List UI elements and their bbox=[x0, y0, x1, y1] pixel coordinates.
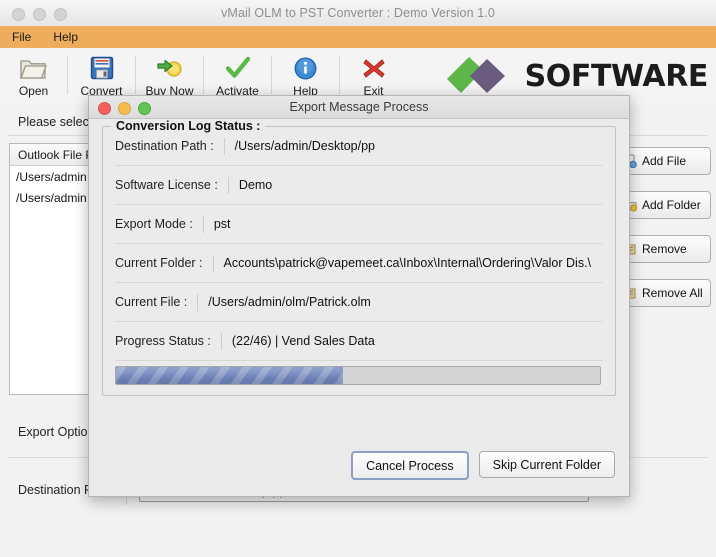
green-check-icon bbox=[225, 54, 251, 82]
log-divider bbox=[197, 294, 198, 311]
remove-all-label: Remove All bbox=[642, 286, 703, 300]
dialog-maximize-button[interactable] bbox=[138, 102, 151, 115]
menu-item-help[interactable]: Help bbox=[41, 30, 88, 44]
log-row-export-mode: Export Mode : pst bbox=[115, 205, 603, 244]
log-value: /Users/admin/Desktop/pp bbox=[235, 139, 375, 153]
export-option-label: Export Option bbox=[18, 425, 94, 439]
folder-open-icon bbox=[20, 54, 47, 82]
logo-text: SOFTWARE bbox=[525, 59, 708, 94]
window-title: vMail OLM to PST Converter : Demo Versio… bbox=[0, 6, 716, 20]
log-value: pst bbox=[214, 217, 231, 231]
log-row-destination-path: Destination Path : /Users/admin/Desktop/… bbox=[115, 127, 603, 166]
window-minimize-button[interactable] bbox=[33, 8, 46, 21]
cart-coin-icon bbox=[156, 54, 183, 82]
log-value: Demo bbox=[239, 178, 272, 192]
company-logo: SOFTWARE bbox=[443, 53, 708, 99]
dialog-traffic-lights[interactable] bbox=[98, 102, 151, 115]
menu-bar: File Help bbox=[0, 26, 716, 48]
log-value: Accounts\patrick@vapemeet.ca\Inbox\Inter… bbox=[224, 256, 592, 270]
selection-hint: Please selec bbox=[18, 115, 89, 129]
window-titlebar: vMail OLM to PST Converter : Demo Versio… bbox=[0, 0, 716, 27]
toolbar-label-open: Open bbox=[19, 85, 48, 98]
window-close-button[interactable] bbox=[12, 8, 25, 21]
add-folder-label: Add Folder bbox=[642, 198, 701, 212]
log-divider bbox=[228, 177, 229, 194]
log-row-current-file: Current File : /Users/admin/olm/Patrick.… bbox=[115, 283, 603, 322]
window-maximize-button[interactable] bbox=[54, 8, 67, 21]
toolbar-button-open[interactable]: Open bbox=[0, 48, 67, 110]
add-file-label: Add File bbox=[642, 154, 686, 168]
application-window: vMail OLM to PST Converter : Demo Versio… bbox=[0, 0, 716, 557]
logo-mark-icon bbox=[443, 53, 521, 99]
log-divider bbox=[203, 216, 204, 233]
info-circle-icon bbox=[294, 54, 317, 82]
dialog-action-buttons: Cancel Process Skip Current Folder bbox=[351, 451, 615, 480]
log-value: /Users/admin/olm/Patrick.olm bbox=[208, 295, 371, 309]
conversion-log-status-group: Conversion Log Status : Destination Path… bbox=[102, 126, 616, 396]
log-key: Current File : bbox=[115, 295, 187, 309]
log-key: Progress Status : bbox=[115, 334, 211, 348]
export-message-process-dialog: Export Message Process Conversion Log St… bbox=[88, 95, 630, 497]
log-key: Software License : bbox=[115, 178, 218, 192]
floppy-disk-icon bbox=[90, 54, 114, 82]
log-value: (22/46) | Vend Sales Data bbox=[232, 334, 375, 348]
window-traffic-lights[interactable] bbox=[12, 8, 67, 21]
cancel-process-button[interactable]: Cancel Process bbox=[351, 451, 469, 480]
dialog-title: Export Message Process bbox=[290, 100, 429, 114]
log-key: Current Folder : bbox=[115, 256, 203, 270]
log-divider bbox=[213, 255, 214, 272]
red-x-icon bbox=[362, 54, 386, 82]
remove-label: Remove bbox=[642, 242, 687, 256]
menu-item-file[interactable]: File bbox=[0, 30, 41, 44]
log-divider bbox=[221, 333, 222, 350]
log-divider bbox=[224, 138, 225, 155]
log-key: Export Mode : bbox=[115, 217, 193, 231]
dialog-close-button[interactable] bbox=[98, 102, 111, 115]
log-row-current-folder: Current Folder : Accounts\patrick@vapeme… bbox=[115, 244, 603, 283]
log-row-software-license: Software License : Demo bbox=[115, 166, 603, 205]
progress-bar-fill bbox=[116, 367, 343, 384]
log-row-progress-status: Progress Status : (22/46) | Vend Sales D… bbox=[115, 322, 603, 361]
log-key: Destination Path : bbox=[115, 139, 214, 153]
dialog-titlebar: Export Message Process bbox=[89, 96, 629, 119]
progress-bar bbox=[115, 366, 601, 385]
skip-current-folder-button[interactable]: Skip Current Folder bbox=[479, 451, 615, 478]
dialog-minimize-button[interactable] bbox=[118, 102, 131, 115]
